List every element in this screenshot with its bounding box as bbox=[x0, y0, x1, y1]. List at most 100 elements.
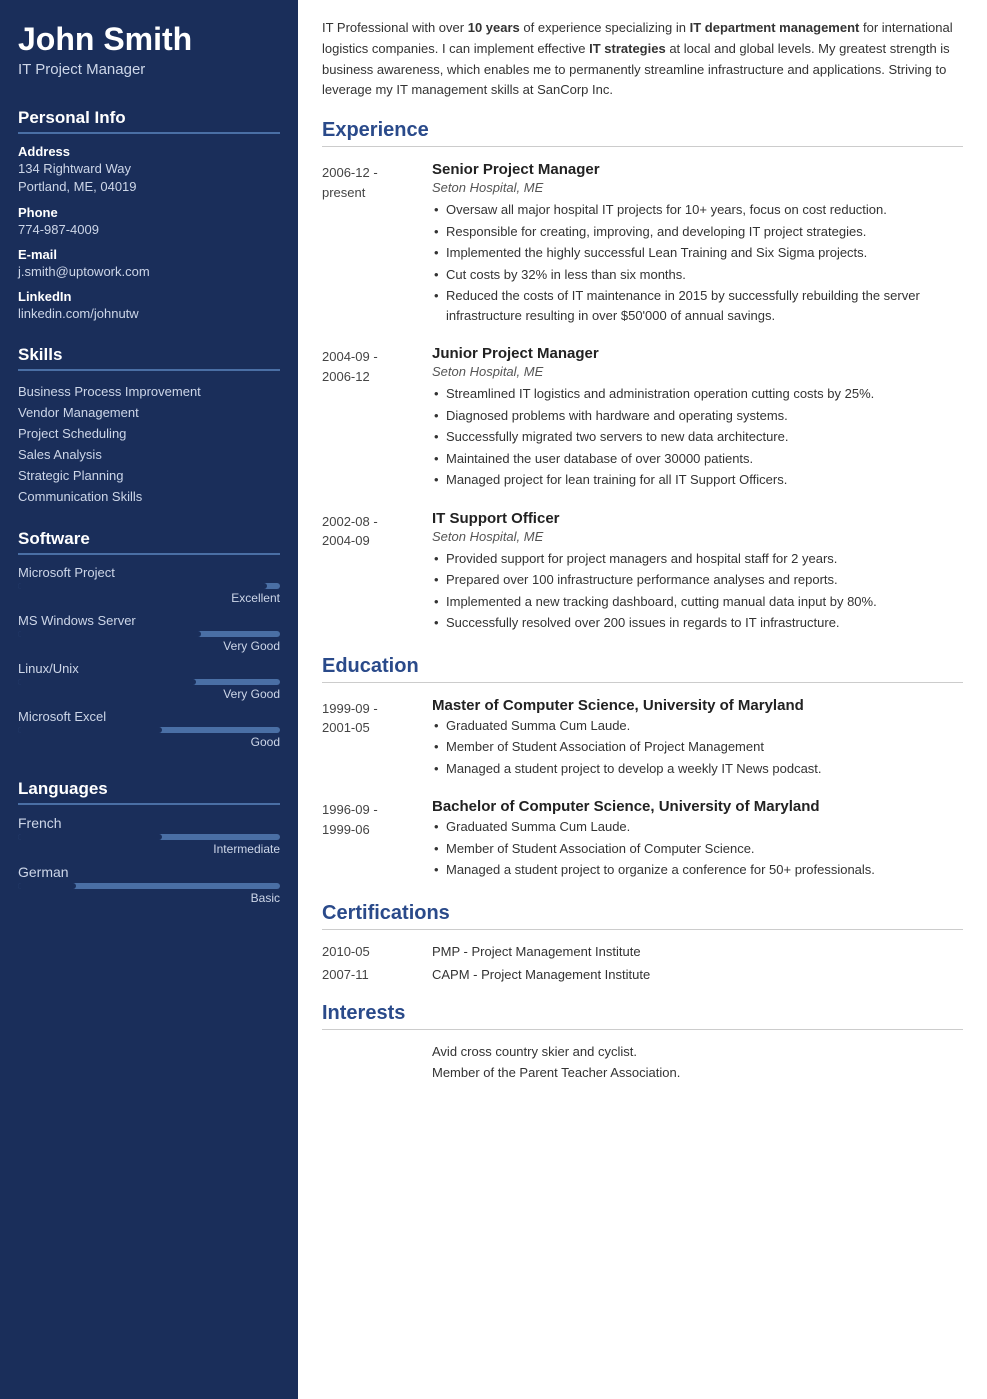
certification-entries: 2010-05 PMP - Project Management Institu… bbox=[322, 944, 963, 982]
software-bar-label: Excellent bbox=[18, 591, 280, 605]
phone-field: Phone 774-987-4009 bbox=[18, 205, 280, 239]
entry-content: Bachelor of Computer Science, University… bbox=[432, 798, 963, 882]
entry-date: 2006-12 -present bbox=[322, 161, 432, 327]
entry-bullets: Graduated Summa Cum Laude.Member of Stud… bbox=[432, 716, 963, 779]
bullet-item: Maintained the user database of over 300… bbox=[432, 449, 963, 469]
entry-title: Master of Computer Science, University o… bbox=[432, 697, 963, 714]
entry-title: Junior Project Manager bbox=[432, 345, 963, 362]
bullet-item: Graduated Summa Cum Laude. bbox=[432, 716, 963, 736]
personal-info-section: Personal Info Address 134 Rightward WayP… bbox=[0, 96, 298, 333]
software-section: Software Microsoft Project Excellent MS … bbox=[0, 517, 298, 767]
language-bar-label: Basic bbox=[18, 891, 280, 905]
interests-heading: Interests bbox=[322, 1002, 963, 1030]
language-bar-fill bbox=[18, 883, 76, 889]
bullet-item: Cut costs by 32% in less than six months… bbox=[432, 265, 963, 285]
software-bar-fill bbox=[18, 679, 196, 685]
entry-date: 2002-08 -2004-09 bbox=[322, 510, 432, 635]
email-value: j.smith@uptowork.com bbox=[18, 263, 280, 281]
entry-bullets: Streamlined IT logistics and administrat… bbox=[432, 384, 963, 490]
sidebar-header: John Smith IT Project Manager bbox=[0, 0, 298, 96]
software-bar-label: Very Good bbox=[18, 639, 280, 653]
language-bar-label: Intermediate bbox=[18, 842, 280, 856]
interest-value: Member of the Parent Teacher Association… bbox=[432, 1065, 680, 1080]
entry-date: 1999-09 -2001-05 bbox=[322, 697, 432, 781]
bullet-item: Successfully resolved over 200 issues in… bbox=[432, 613, 963, 633]
software-bar-fill bbox=[18, 631, 201, 637]
education-section: Education 1999-09 -2001-05 Master of Com… bbox=[322, 655, 963, 882]
language-item: French Intermediate bbox=[18, 815, 280, 856]
languages-section: Languages French Intermediate German Bas… bbox=[0, 767, 298, 923]
skill-item: Communication Skills bbox=[18, 486, 280, 507]
sidebar: John Smith IT Project Manager Personal I… bbox=[0, 0, 298, 1399]
software-heading: Software bbox=[18, 529, 280, 555]
language-bar-track bbox=[18, 883, 280, 889]
cert-value: CAPM - Project Management Institute bbox=[432, 967, 650, 982]
interest-entry: Member of the Parent Teacher Association… bbox=[322, 1065, 963, 1080]
software-name: MS Windows Server bbox=[18, 613, 280, 628]
interest-entry: Avid cross country skier and cyclist. bbox=[322, 1044, 963, 1059]
bullet-item: Managed a student project to organize a … bbox=[432, 860, 963, 880]
language-name: French bbox=[18, 815, 280, 831]
summary-text: IT Professional with over 10 years of ex… bbox=[322, 18, 963, 101]
entry-title: Bachelor of Computer Science, University… bbox=[432, 798, 963, 815]
bullet-item: Prepared over 100 infrastructure perform… bbox=[432, 570, 963, 590]
bullet-item: Managed a student project to develop a w… bbox=[432, 759, 963, 779]
skill-item: Sales Analysis bbox=[18, 444, 280, 465]
main-content: IT Professional with over 10 years of ex… bbox=[298, 0, 987, 1399]
software-bar-track bbox=[18, 727, 280, 733]
skill-item: Business Process Improvement bbox=[18, 381, 280, 402]
phone-value: 774-987-4009 bbox=[18, 221, 280, 239]
bullet-item: Oversaw all major hospital IT projects f… bbox=[432, 200, 963, 220]
languages-heading: Languages bbox=[18, 779, 280, 805]
software-bar-track bbox=[18, 679, 280, 685]
software-name: Microsoft Excel bbox=[18, 709, 280, 724]
education-entries: 1999-09 -2001-05 Master of Computer Scie… bbox=[322, 697, 963, 882]
software-bar-label: Good bbox=[18, 735, 280, 749]
software-bar-fill bbox=[18, 727, 162, 733]
skill-item: Vendor Management bbox=[18, 402, 280, 423]
interest-entries: Avid cross country skier and cyclist. Me… bbox=[322, 1044, 963, 1080]
bullet-item: Provided support for project managers an… bbox=[432, 549, 963, 569]
bullet-item: Successfully migrated two servers to new… bbox=[432, 427, 963, 447]
job-entry: 2004-09 -2006-12 Junior Project Manager … bbox=[322, 345, 963, 492]
bullet-item: Implemented the highly successful Lean T… bbox=[432, 243, 963, 263]
certifications-section: Certifications 2010-05 PMP - Project Man… bbox=[322, 902, 963, 982]
skills-heading: Skills bbox=[18, 345, 280, 371]
interest-value: Avid cross country skier and cyclist. bbox=[432, 1044, 637, 1059]
skills-section: Skills Business Process ImprovementVendo… bbox=[0, 333, 298, 517]
job-entry: 2006-12 -present Senior Project Manager … bbox=[322, 161, 963, 327]
interests-section: Interests Avid cross country skier and c… bbox=[322, 1002, 963, 1080]
phone-label: Phone bbox=[18, 205, 280, 220]
experience-heading: Experience bbox=[322, 119, 963, 147]
address-field: Address 134 Rightward WayPortland, ME, 0… bbox=[18, 144, 280, 196]
interest-spacer bbox=[322, 1044, 432, 1059]
software-name: Microsoft Project bbox=[18, 565, 280, 580]
software-bar-fill bbox=[18, 583, 267, 589]
email-label: E-mail bbox=[18, 247, 280, 262]
software-bar-label: Very Good bbox=[18, 687, 280, 701]
skill-item: Strategic Planning bbox=[18, 465, 280, 486]
skills-list: Business Process ImprovementVendor Manag… bbox=[18, 381, 280, 507]
education-heading: Education bbox=[322, 655, 963, 683]
entry-subtitle: Seton Hospital, ME bbox=[432, 180, 963, 195]
bullet-item: Member of Student Association of Project… bbox=[432, 737, 963, 757]
software-item: MS Windows Server Very Good bbox=[18, 613, 280, 653]
cert-date: 2007-11 bbox=[322, 967, 432, 982]
bullet-item: Graduated Summa Cum Laude. bbox=[432, 817, 963, 837]
software-item: Microsoft Project Excellent bbox=[18, 565, 280, 605]
experience-entries: 2006-12 -present Senior Project Manager … bbox=[322, 161, 963, 635]
bullet-item: Member of Student Association of Compute… bbox=[432, 839, 963, 859]
language-bar-fill bbox=[18, 834, 162, 840]
software-bar-track bbox=[18, 631, 280, 637]
bullet-item: Managed project for lean training for al… bbox=[432, 470, 963, 490]
software-name: Linux/Unix bbox=[18, 661, 280, 676]
cert-entry: 2007-11 CAPM - Project Management Instit… bbox=[322, 967, 963, 982]
entry-bullets: Provided support for project managers an… bbox=[432, 549, 963, 633]
entry-subtitle: Seton Hospital, ME bbox=[432, 529, 963, 544]
candidate-title: IT Project Manager bbox=[18, 61, 280, 78]
bullet-item: Implemented a new tracking dashboard, cu… bbox=[432, 592, 963, 612]
certifications-heading: Certifications bbox=[322, 902, 963, 930]
bullet-item: Reduced the costs of IT maintenance in 2… bbox=[432, 286, 963, 325]
software-item: Linux/Unix Very Good bbox=[18, 661, 280, 701]
entry-content: Junior Project Manager Seton Hospital, M… bbox=[432, 345, 963, 492]
